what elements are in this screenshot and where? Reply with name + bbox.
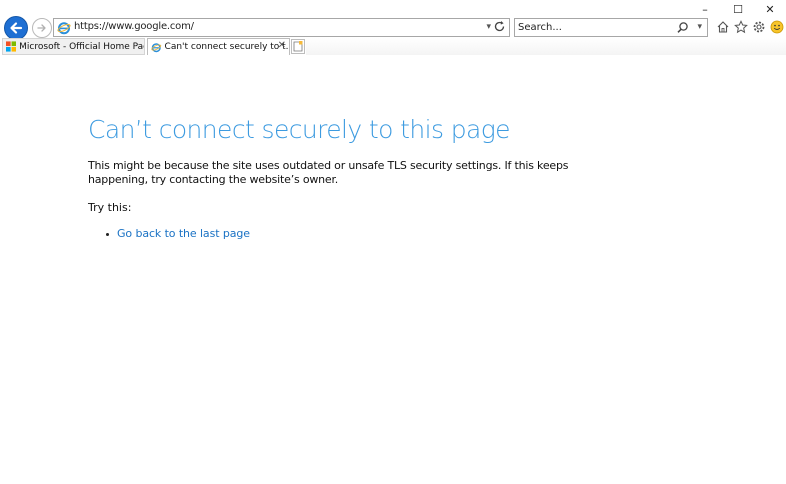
- ie-icon: [151, 42, 162, 52]
- search-input[interactable]: [518, 20, 668, 35]
- page-title: Can’t connect securely to this page: [88, 115, 511, 144]
- error-description: This might be because the site uses outd…: [88, 159, 569, 186]
- favorites-button[interactable]: [734, 19, 749, 35]
- close-window-button[interactable]: ✕: [759, 2, 781, 16]
- windows-logo-icon: [6, 41, 17, 52]
- back-button[interactable]: [4, 16, 28, 40]
- star-icon: [734, 20, 749, 34]
- tab-active[interactable]: Can't connect securely to t... ✕: [147, 38, 290, 55]
- new-tab-button[interactable]: [291, 39, 305, 54]
- address-url[interactable]: https://www.google.com/: [74, 21, 194, 32]
- feedback-button[interactable]: [769, 19, 784, 35]
- address-dropdown-icon[interactable]: ▾: [486, 21, 491, 32]
- navigation-bar: https://www.google.com/ ▾ ▾: [0, 0, 786, 40]
- forward-arrow-icon: [37, 24, 46, 32]
- back-arrow-icon: [10, 22, 23, 34]
- maximize-button[interactable]: ☐: [727, 2, 749, 16]
- new-tab-icon: [293, 41, 303, 52]
- tools-button[interactable]: [752, 19, 767, 35]
- tab-label: Microsoft - Official Home Page: [19, 41, 144, 52]
- address-bar[interactable]: https://www.google.com/ ▾: [53, 18, 510, 37]
- smiley-icon: [770, 20, 784, 34]
- tab-bar: Microsoft - Official Home Page Can't con…: [0, 38, 786, 55]
- try-this-heading: Try this:: [88, 201, 132, 214]
- home-icon: [717, 21, 729, 33]
- refresh-icon[interactable]: [493, 20, 506, 33]
- suggestion-list-item: Go back to the last page: [106, 227, 250, 240]
- favorite-microsoft-home[interactable]: Microsoft - Official Home Page: [2, 38, 145, 55]
- gear-icon: [753, 21, 765, 33]
- toolbar-icons: [716, 19, 784, 35]
- go-back-link[interactable]: Go back to the last page: [117, 227, 250, 240]
- page-content: Can’t connect securely to this page This…: [0, 55, 786, 484]
- close-tab-icon[interactable]: ✕: [278, 40, 286, 51]
- forward-button[interactable]: [32, 18, 52, 38]
- ie-icon: [57, 22, 71, 35]
- search-icon[interactable]: [676, 21, 689, 34]
- search-dropdown-icon[interactable]: ▾: [697, 21, 702, 32]
- minimize-button[interactable]: –: [694, 2, 716, 16]
- bullet-icon: [106, 232, 109, 236]
- home-button[interactable]: [716, 19, 731, 35]
- tab-label: Can't connect securely to t...: [164, 42, 289, 52]
- search-box[interactable]: ▾: [514, 18, 708, 37]
